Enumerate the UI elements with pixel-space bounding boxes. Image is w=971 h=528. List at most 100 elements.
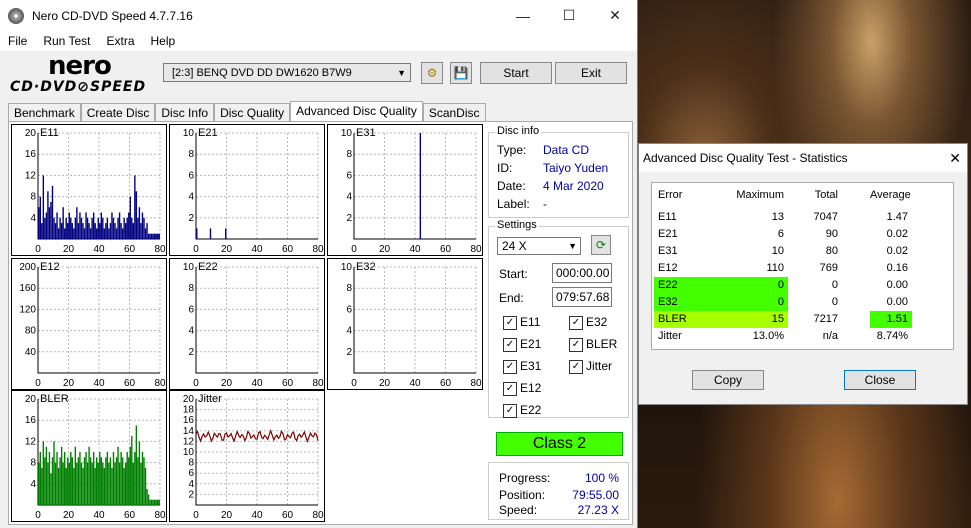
- chart-e21: 0 20 40 60 80 2 4 6 8 10 E21: [169, 124, 325, 256]
- menu-extra[interactable]: Extra: [98, 34, 142, 48]
- y-tick-label: 200: [19, 262, 36, 273]
- x-tick-label: 0: [35, 244, 41, 255]
- y-tick-label: 4: [30, 479, 36, 490]
- chart-e31: 0 20 40 60 80 2 4 6 8 10 E31: [327, 124, 483, 256]
- y-tick-label: 20: [25, 394, 37, 405]
- dialog-title: Advanced Disc Quality Test - Statistics: [643, 151, 848, 165]
- y-tick-label: 16: [25, 149, 37, 160]
- y-tick-label: 8: [188, 283, 194, 294]
- x-tick-label: 0: [193, 378, 199, 389]
- x-tick-label: 40: [251, 378, 263, 389]
- checkbox-e32[interactable]: ✓ E32: [569, 315, 607, 330]
- copy-button[interactable]: Copy: [692, 370, 764, 390]
- y-tick-label: 8: [188, 458, 194, 469]
- y-tick-label: 6: [188, 304, 194, 315]
- x-tick-label: 60: [282, 244, 294, 255]
- menu-help[interactable]: Help: [143, 34, 184, 48]
- x-tick-label: 80: [154, 510, 166, 521]
- stats-row-bler: BLER 15 7217 1.51: [652, 311, 952, 328]
- x-tick-label: 0: [351, 244, 357, 255]
- start-button[interactable]: Start: [480, 62, 552, 84]
- y-tick-label: 8: [30, 192, 36, 203]
- end-input[interactable]: 079:57.68: [552, 287, 612, 307]
- tab-advanced-disc-quality[interactable]: Advanced Disc Quality: [290, 101, 423, 122]
- drive-select[interactable]: [2:3] BENQ DVD DD DW1620 B7W9 ▼: [163, 63, 411, 82]
- x-tick-label: 60: [124, 244, 136, 255]
- checkbox-e11[interactable]: ✓ E11: [503, 315, 540, 330]
- disc-info-title: Disc info: [495, 125, 542, 137]
- chart-title: Jitter: [198, 393, 222, 405]
- stats-row-e32-cell: 0: [728, 294, 788, 311]
- exit-button[interactable]: Exit: [555, 62, 627, 84]
- close-icon[interactable]: ✕: [949, 144, 961, 172]
- tab-disc-quality[interactable]: Disc Quality: [214, 103, 291, 122]
- tab-scandisc[interactable]: ScanDisc: [422, 103, 486, 122]
- y-tick-label: 12: [25, 170, 37, 181]
- stats-row-e21-cell: E21: [658, 228, 678, 240]
- y-tick-label: 160: [19, 283, 36, 294]
- y-tick-label: 8: [346, 149, 352, 160]
- stats-header: Error Maximum Total Average: [652, 187, 952, 204]
- x-tick-label: 60: [440, 244, 452, 255]
- stats-row-jitter-cell: Jitter: [658, 330, 682, 342]
- chart-title: E22: [198, 261, 218, 273]
- x-tick-label: 20: [379, 378, 391, 389]
- menu-file[interactable]: File: [0, 34, 35, 48]
- x-tick-label: 80: [154, 244, 166, 255]
- y-tick-label: 2: [346, 213, 352, 224]
- tab-disc-info[interactable]: Disc Info: [155, 103, 215, 122]
- stats-row-e21: E21 6 90 0.02: [652, 226, 952, 243]
- x-tick-label: 40: [251, 510, 263, 521]
- x-tick-label: 0: [351, 378, 357, 389]
- title-bar: Nero CD-DVD Speed 4.7.7.16 — ☐ ✕: [0, 0, 637, 31]
- refresh-button[interactable]: ⟳: [591, 235, 611, 255]
- tab-benchmark[interactable]: Benchmark: [8, 103, 81, 122]
- close-window-button[interactable]: ✕: [592, 0, 638, 31]
- x-tick-label: 20: [221, 244, 233, 255]
- x-tick-label: 60: [282, 378, 294, 389]
- main-window: Nero CD-DVD Speed 4.7.7.16 — ☐ ✕ File Ru…: [0, 0, 638, 528]
- y-tick-label: 16: [183, 415, 195, 426]
- y-tick-label: 10: [341, 262, 353, 273]
- checkbox-e22[interactable]: ✓ E22: [503, 403, 541, 418]
- tab-bar: Benchmark Create Disc Disc Info Disc Qua…: [8, 101, 486, 122]
- save-button[interactable]: 💾: [450, 62, 472, 84]
- maximize-button[interactable]: ☐: [546, 0, 592, 31]
- checkbox-e12[interactable]: ✓ E12: [503, 381, 541, 396]
- tab-panel: 0 20 40 60 80 4 8 12 16 20 E11 0 20 40 60 80 2 4 6 8 10 E21 0 2…: [8, 121, 633, 525]
- checkbox-jitter[interactable]: ✓ Jitter: [569, 359, 612, 374]
- stats-row-e11-cell: 13: [771, 211, 784, 223]
- x-tick-label: 40: [251, 244, 263, 255]
- stats-row-e12-cell: E12: [658, 262, 678, 274]
- x-tick-label: 80: [470, 378, 482, 389]
- stats-row-e12-cell: 769: [819, 262, 838, 274]
- close-button[interactable]: Close: [844, 370, 916, 390]
- y-tick-label: 8: [346, 283, 352, 294]
- stats-header-cell: Error: [658, 189, 683, 201]
- speed-select[interactable]: 24 X ▼: [497, 237, 581, 255]
- stats-row-e22-cell: E22: [654, 277, 732, 294]
- x-tick-label: 20: [63, 378, 75, 389]
- stats-row-e12-cell: 110: [766, 262, 784, 274]
- menu-bar: File Run Test Extra Help: [0, 31, 637, 51]
- stats-row-jitter: Jitter 13.0% n/a 8.74%: [652, 328, 952, 345]
- chart-title: BLER: [40, 393, 69, 405]
- refresh-icon: ⟳: [595, 238, 607, 252]
- start-input[interactable]: 000:00.00: [552, 263, 612, 283]
- chart-e32: 0 20 40 60 80 2 4 6 8 10 E32: [327, 258, 483, 390]
- tab-create-disc[interactable]: Create Disc: [80, 103, 156, 122]
- y-tick-label: 18: [183, 405, 195, 416]
- y-tick-label: 6: [346, 304, 352, 315]
- menu-run-test[interactable]: Run Test: [35, 34, 98, 48]
- class-result-badge: Class 2: [496, 432, 623, 456]
- drive-settings-button[interactable]: ⚙: [421, 62, 443, 84]
- disc-info-group: Disc info Type: Data CD ID: Taiyo Yuden Da…: [488, 125, 629, 218]
- stats-row-bler-cell: 15: [728, 311, 788, 328]
- checkbox-bler[interactable]: ✓ BLER: [569, 337, 617, 352]
- logo-brand: nero: [48, 51, 112, 81]
- y-tick-label: 8: [30, 458, 36, 469]
- minimize-button[interactable]: —: [500, 0, 546, 31]
- checkbox-e31[interactable]: ✓ E31: [503, 359, 541, 374]
- x-tick-label: 80: [312, 510, 324, 521]
- checkbox-e21[interactable]: ✓ E21: [503, 337, 541, 352]
